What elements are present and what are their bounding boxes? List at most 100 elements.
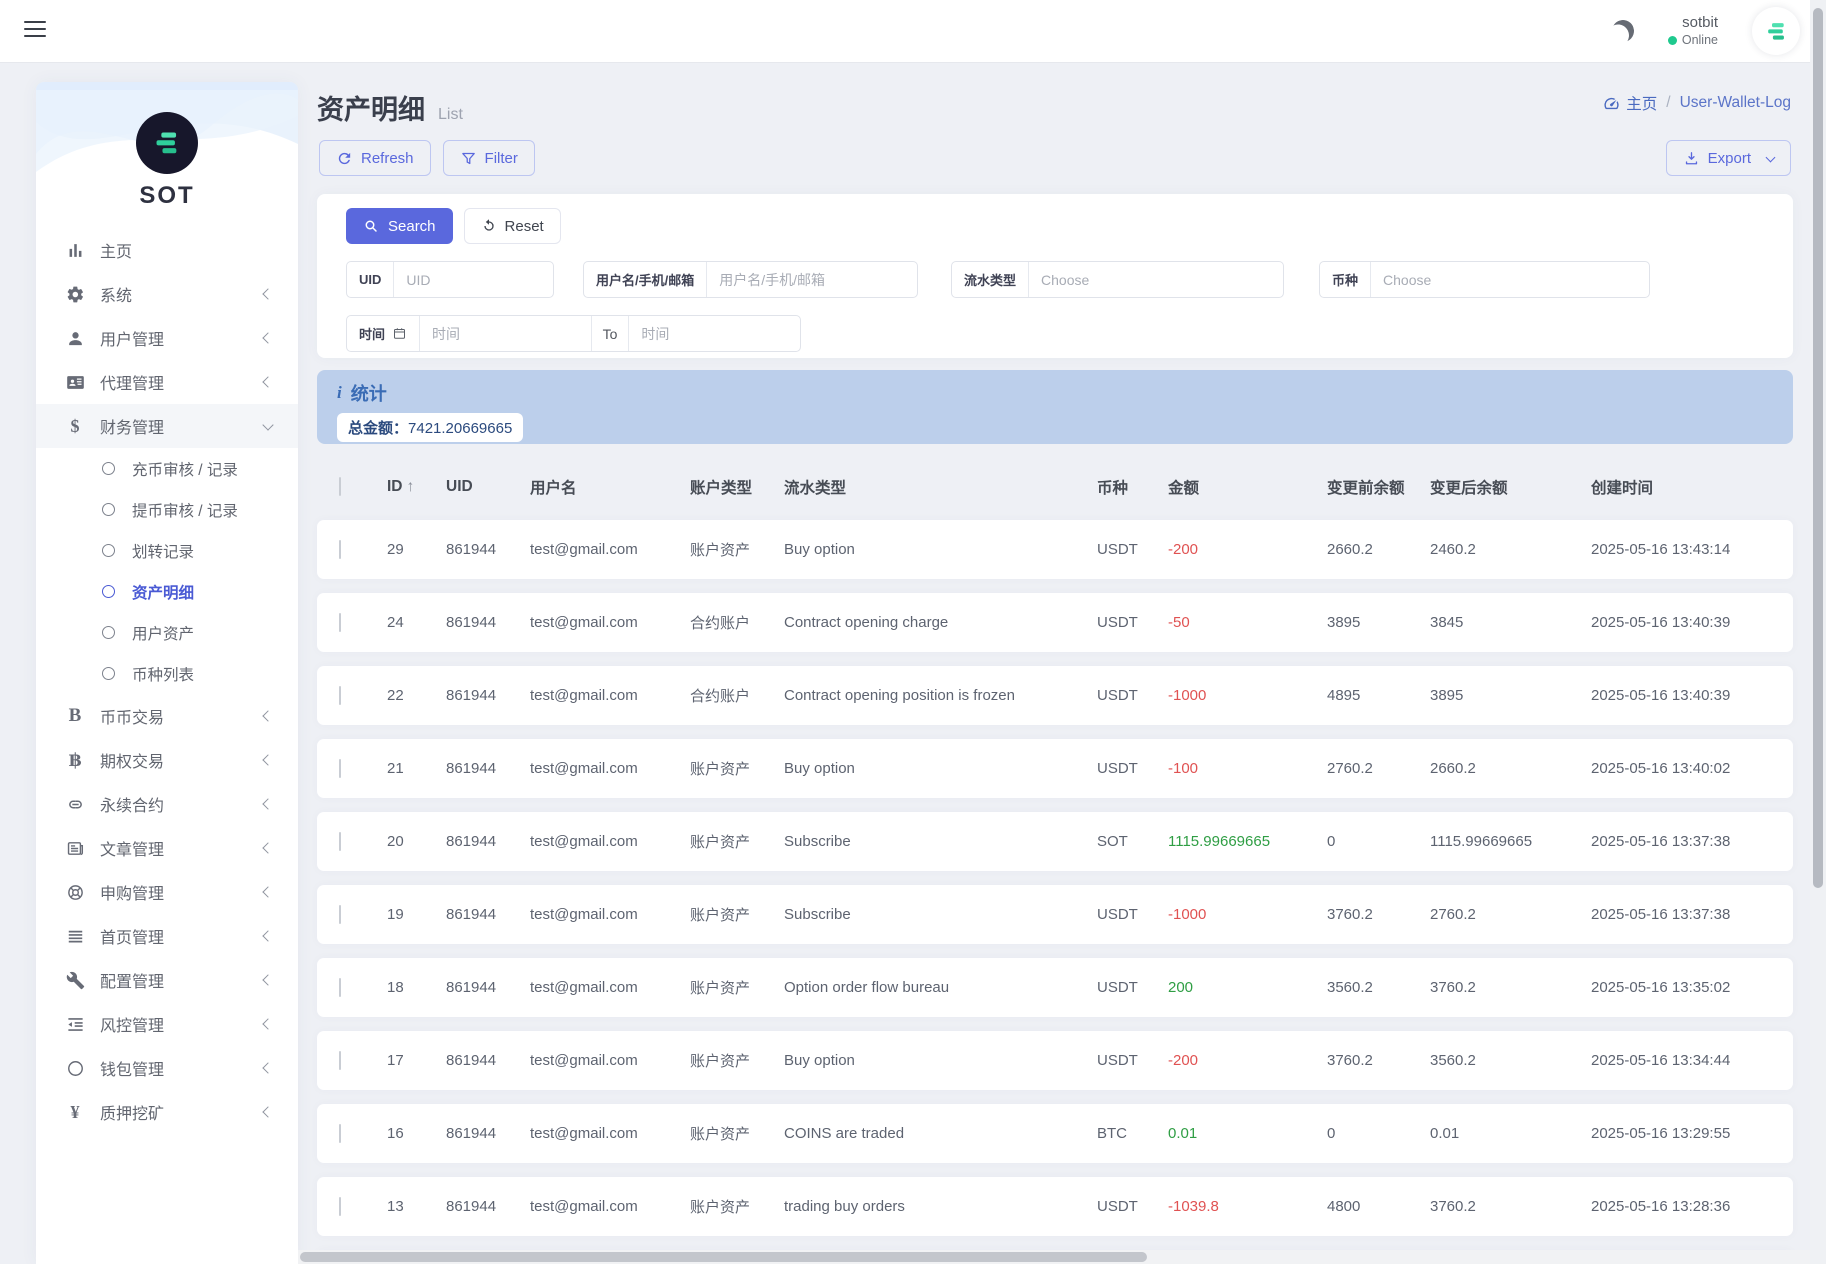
sidebar-subitem-transfer-records[interactable]: 划转记录 [36, 530, 298, 571]
cell-after-balance: 3560.2 [1430, 1052, 1476, 1069]
table-row[interactable]: 29 861944 test@gmail.com 账户资产 Buy option… [317, 520, 1793, 579]
coin-select[interactable] [1371, 262, 1649, 297]
bitcoin-icon: ฿ [68, 749, 82, 770]
row-checkbox[interactable] [339, 905, 341, 924]
row-checkbox[interactable] [339, 613, 341, 632]
sidebar-subitem-user-assets[interactable]: 用户资产 [36, 612, 298, 653]
row-checkbox[interactable] [339, 1124, 341, 1143]
info-icon: i [337, 383, 342, 402]
row-checkbox[interactable] [339, 978, 341, 997]
row-checkbox[interactable] [339, 1197, 341, 1216]
cell-flow-type: Buy option [784, 1052, 855, 1069]
cell-coin: USDT [1097, 614, 1138, 631]
sidebar-subitem-coin-list[interactable]: 币种列表 [36, 653, 298, 694]
cell-id: 17 [387, 1052, 404, 1069]
reset-button[interactable]: Reset [463, 208, 561, 244]
sidebar-item-user-management[interactable]: 用户管理 [36, 316, 298, 360]
table-row[interactable]: 24 861944 test@gmail.com 合约账户 Contract o… [317, 593, 1793, 652]
download-icon [1685, 151, 1697, 164]
cell-id: 20 [387, 833, 404, 850]
table-row[interactable]: 18 861944 test@gmail.com 账户资产 Option ord… [317, 958, 1793, 1017]
cell-account-type: 账户资产 [690, 1053, 751, 1070]
cell-before-balance: 0 [1327, 1125, 1336, 1142]
cell-username: test@gmail.com [530, 979, 638, 996]
table-row[interactable]: 13 861944 test@gmail.com 账户资产 trading bu… [317, 1177, 1793, 1236]
vertical-scrollbar[interactable] [1810, 0, 1826, 1264]
sidebar-item-config-management[interactable]: 配置管理 [36, 958, 298, 1002]
sidebar-subitem-withdraw-review[interactable]: 提币审核 / 记录 [36, 489, 298, 530]
table-row[interactable]: 20 861944 test@gmail.com 账户资产 Subscribe … [317, 812, 1793, 871]
user-input[interactable] [707, 262, 917, 297]
cell-account-type: 账户资产 [690, 542, 751, 559]
sidebar-item-home[interactable]: 主页 [36, 228, 298, 272]
table-row[interactable]: 21 861944 test@gmail.com 账户资产 Buy option… [317, 739, 1793, 798]
cell-id: 18 [387, 979, 404, 996]
top-navbar: sotbit Online [0, 0, 1826, 62]
undo-icon [483, 219, 494, 231]
user-avatar[interactable] [1752, 7, 1800, 55]
circle-outline-icon [64, 1057, 86, 1079]
cell-uid: 861944 [446, 687, 497, 704]
breadcrumb-current[interactable]: User-Wallet-Log [1680, 94, 1791, 112]
time-to-input[interactable] [629, 316, 800, 351]
sort-asc-icon[interactable]: ↑ [407, 478, 415, 495]
hamburger-menu-icon[interactable] [24, 21, 46, 41]
cell-flow-type: trading buy orders [784, 1198, 905, 1215]
sidebar-item-spot-trading[interactable]: B 币币交易 [36, 694, 298, 738]
cell-account-type: 合约账户 [690, 688, 751, 705]
sidebar-item-risk-management[interactable]: 风控管理 [36, 1002, 298, 1046]
table-row[interactable]: 17 861944 test@gmail.com 账户资产 Buy option… [317, 1031, 1793, 1090]
main-content: 资产明细 List 主页 / User-Wallet-Log Refresh F… [317, 62, 1793, 1264]
sidebar-item-agent-management[interactable]: 代理管理 [36, 360, 298, 404]
uid-input[interactable] [394, 262, 553, 297]
sidebar-item-finance-management[interactable]: $ 财务管理 [36, 404, 298, 448]
horizontal-scrollbar[interactable] [298, 1250, 1810, 1264]
row-checkbox[interactable] [339, 759, 341, 778]
cell-before-balance: 4800 [1327, 1198, 1361, 1215]
vertical-scrollbar-thumb[interactable] [1813, 8, 1823, 888]
sidebar-item-options-trading[interactable]: ฿ 期权交易 [36, 738, 298, 782]
breadcrumb-home-link[interactable]: 主页 [1603, 92, 1657, 114]
cell-coin: USDT [1097, 760, 1138, 777]
cell-after-balance: 1115.99669665 [1430, 833, 1533, 850]
logo-icon [156, 132, 177, 154]
circle-icon [102, 544, 115, 557]
select-all-checkbox[interactable] [339, 477, 341, 496]
refresh-button[interactable]: Refresh [319, 140, 431, 176]
column-header-after-balance: 变更后余额 [1430, 480, 1508, 497]
sidebar-logo[interactable] [136, 112, 198, 174]
sidebar-item-wallet-management[interactable]: 钱包管理 [36, 1046, 298, 1090]
row-checkbox[interactable] [339, 832, 341, 851]
sidebar-item-subscription-management[interactable]: 申购管理 [36, 870, 298, 914]
dark-mode-moon-icon[interactable] [1609, 18, 1636, 45]
table-row[interactable]: 16 861944 test@gmail.com 账户资产 COINS are … [317, 1104, 1793, 1163]
sidebar-item-article-management[interactable]: 文章管理 [36, 826, 298, 870]
table-row[interactable]: 19 861944 test@gmail.com 账户资产 Subscribe … [317, 885, 1793, 944]
row-checkbox[interactable] [339, 686, 341, 705]
cell-uid: 861944 [446, 1125, 497, 1142]
sidebar-subitem-asset-detail[interactable]: 资产明细 [36, 571, 298, 612]
row-checkbox[interactable] [339, 1051, 341, 1070]
row-checkbox[interactable] [339, 540, 341, 559]
sidebar-item-system[interactable]: 系统 [36, 272, 298, 316]
search-button[interactable]: Search [346, 208, 453, 244]
chevron-left-icon [262, 798, 274, 810]
sidebar-item-homepage-management[interactable]: 首页管理 [36, 914, 298, 958]
flow-type-select[interactable] [1029, 262, 1283, 297]
cell-after-balance: 3760.2 [1430, 1198, 1476, 1215]
chevron-left-icon [262, 1062, 274, 1074]
time-from-input[interactable] [420, 316, 591, 351]
column-header-id[interactable]: ID ↑ [387, 478, 446, 496]
filter-panel: Search Reset UID 用户名/手机/邮箱 流水类型 币种 [317, 194, 1793, 358]
cell-flow-type: Buy option [784, 541, 855, 558]
sidebar-subitem-deposit-review[interactable]: 充币审核 / 记录 [36, 448, 298, 489]
filter-button[interactable]: Filter [442, 140, 535, 176]
cell-before-balance: 4895 [1327, 687, 1361, 704]
export-button[interactable]: Export [1665, 140, 1791, 176]
table-row[interactable]: 22 861944 test@gmail.com 合约账户 Contract o… [317, 666, 1793, 725]
horizontal-scrollbar-thumb[interactable] [300, 1252, 1147, 1262]
yen-icon: ¥ [70, 1101, 80, 1122]
cell-flow-type: Option order flow bureau [784, 979, 950, 996]
sidebar-item-perpetual-contract[interactable]: 永续合约 [36, 782, 298, 826]
sidebar-item-staking-mining[interactable]: ¥ 质押挖矿 [36, 1090, 298, 1134]
